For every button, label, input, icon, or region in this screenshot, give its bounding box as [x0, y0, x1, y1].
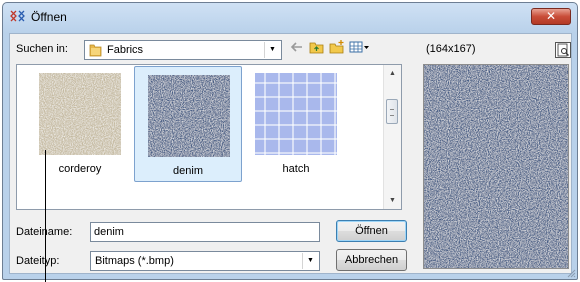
- view-menu-icon[interactable]: [349, 40, 371, 56]
- file-list[interactable]: corderoy denim hatch ▲ ▼: [16, 64, 402, 210]
- callout-line: [45, 150, 46, 282]
- list-item[interactable]: corderoy: [26, 65, 134, 181]
- folder-icon: [89, 44, 102, 57]
- close-button[interactable]: ✕: [531, 8, 571, 25]
- thumbnail-image: [148, 75, 230, 157]
- app-icon: [10, 10, 25, 22]
- list-item[interactable]: denim: [134, 66, 242, 182]
- back-arrow-icon[interactable]: [290, 40, 304, 56]
- filetype-label: Dateityp:: [16, 255, 60, 267]
- preview-toggle-icon[interactable]: [555, 42, 571, 58]
- filetype-select[interactable]: Bitmaps (*.bmp) ▼: [90, 251, 320, 271]
- look-in-label: Suchen in:: [16, 43, 68, 55]
- list-item[interactable]: hatch: [242, 65, 350, 181]
- filename-field[interactable]: denim: [90, 222, 320, 242]
- resize-grip-icon[interactable]: [566, 268, 576, 278]
- look-in-value: Fabrics: [107, 44, 144, 56]
- scroll-down-icon[interactable]: ▼: [384, 192, 401, 209]
- file-name: denim: [173, 165, 203, 177]
- thumbnail-image: [39, 73, 121, 155]
- file-name: hatch: [282, 163, 310, 175]
- up-folder-icon[interactable]: [309, 40, 324, 56]
- chevron-down-icon[interactable]: ▼: [264, 42, 280, 58]
- open-button[interactable]: Öffnen: [336, 220, 407, 242]
- open-dialog: Öffnen ✕ Suchen in: Fabrics ▼ (164x167): [2, 2, 578, 280]
- new-folder-icon[interactable]: [329, 40, 345, 56]
- look-in-combo[interactable]: Fabrics ▼: [84, 40, 282, 60]
- thumbnail-image: [255, 73, 337, 155]
- window-title: Öffnen: [31, 10, 67, 24]
- chevron-down-icon[interactable]: ▼: [302, 253, 318, 269]
- close-icon: ✕: [545, 9, 557, 23]
- scroll-thumb[interactable]: [386, 99, 398, 124]
- preview-image: [423, 64, 569, 269]
- cancel-button[interactable]: Abbrechen: [336, 249, 407, 271]
- title-bar[interactable]: Öffnen ✕: [3, 3, 577, 29]
- scroll-up-icon[interactable]: ▲: [384, 65, 401, 82]
- vertical-scrollbar[interactable]: ▲ ▼: [383, 65, 401, 209]
- file-name: corderoy: [58, 163, 102, 175]
- filename-value: denim: [94, 226, 124, 238]
- preview-size-text: (164x167): [426, 43, 476, 55]
- dialog-client: Suchen in: Fabrics ▼ (164x167) corderoy …: [9, 33, 572, 274]
- filetype-value: Bitmaps (*.bmp): [95, 255, 174, 267]
